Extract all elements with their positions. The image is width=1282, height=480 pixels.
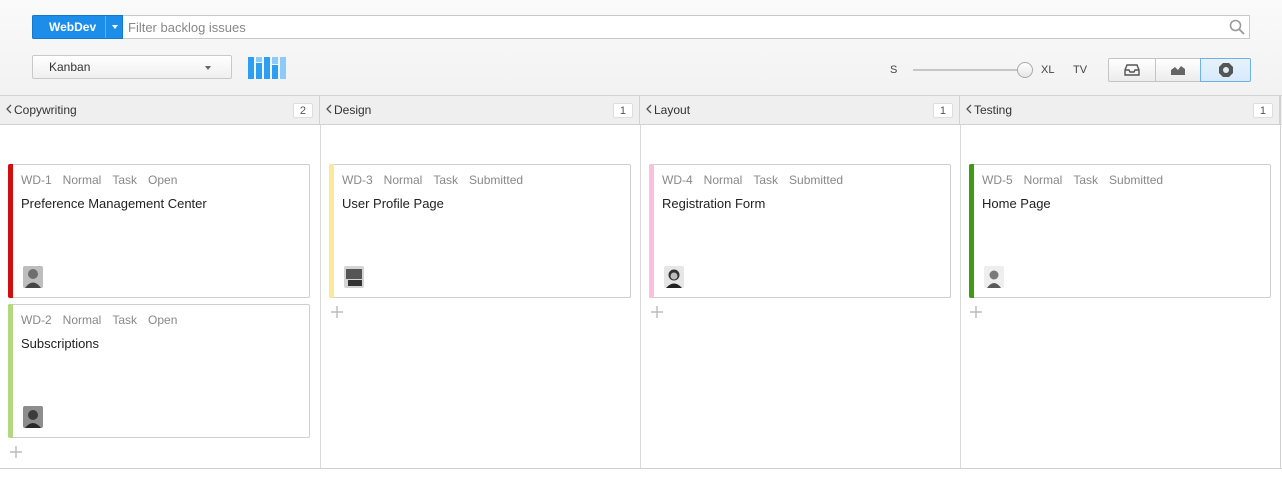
gear-icon: [1218, 63, 1233, 77]
type-field[interactable]: Task: [433, 173, 458, 187]
column-count-badge: 1: [932, 103, 953, 118]
priority-stripe: [649, 164, 654, 298]
column-title: Layout: [654, 103, 691, 117]
column-title: Testing: [974, 103, 1013, 117]
column-header-layout[interactable]: Layout 1: [640, 96, 960, 124]
column-headers: Copywriting 2 Design 1 Layout 1 Testing …: [0, 95, 1282, 125]
state-field[interactable]: Submitted: [469, 173, 523, 187]
add-card-icon[interactable]: [650, 305, 664, 319]
chevron-left-icon[interactable]: [6, 104, 12, 114]
column-divider: [640, 125, 641, 468]
search-bar: WebDev: [32, 15, 1250, 39]
size-small-label: S: [890, 64, 898, 76]
chevron-down-icon[interactable]: [105, 16, 123, 38]
priority-stripe: [8, 164, 13, 298]
priority-stripe: [8, 304, 13, 438]
card-meta: WD-4 Normal Task Submitted: [662, 173, 854, 187]
issue-id-link[interactable]: WD-1: [21, 173, 52, 187]
user-avatar-icon[interactable]: [344, 266, 364, 288]
search-icon[interactable]: [1229, 19, 1245, 35]
issue-card[interactable]: WD-3 Normal Task Submitted User Profile Pag…: [329, 164, 631, 298]
type-field[interactable]: Task: [1073, 173, 1098, 187]
inbox-icon: [1124, 64, 1140, 76]
chevron-left-icon[interactable]: [966, 104, 972, 114]
priority-field[interactable]: Normal: [384, 173, 423, 187]
add-card-icon[interactable]: [969, 305, 983, 319]
card-size-slider[interactable]: [913, 62, 1033, 78]
card-meta: WD-5 Normal Task Submitted: [982, 173, 1174, 187]
slider-handle[interactable]: [1017, 62, 1033, 78]
state-field[interactable]: Submitted: [789, 173, 843, 187]
add-card-icon[interactable]: [330, 305, 344, 319]
issue-title[interactable]: User Profile Page: [342, 196, 444, 211]
issue-card[interactable]: WD-5 Normal Task Submitted Home Page: [969, 164, 1271, 298]
column-header-testing[interactable]: Testing 1: [960, 96, 1280, 124]
priority-field[interactable]: Normal: [1024, 173, 1063, 187]
chevron-down-icon: [205, 66, 211, 70]
issue-title[interactable]: Registration Form: [662, 196, 765, 211]
column-count-badge: 1: [1252, 103, 1273, 118]
column-count-badge: 1: [612, 103, 633, 118]
settings-view-button[interactable]: [1200, 58, 1251, 82]
chevron-left-icon[interactable]: [646, 104, 652, 114]
user-avatar-icon[interactable]: [23, 266, 43, 288]
board-border: [0, 468, 1282, 469]
issue-title[interactable]: Subscriptions: [21, 336, 99, 351]
column-header-copywriting[interactable]: Copywriting 2: [0, 96, 320, 124]
priority-stripe: [329, 164, 334, 298]
type-field[interactable]: Task: [112, 313, 137, 327]
priority-field[interactable]: Normal: [704, 173, 743, 187]
search-input[interactable]: [128, 16, 1223, 38]
size-large-label: XL: [1041, 64, 1055, 76]
card-meta: WD-2 Normal Task Open: [21, 313, 188, 327]
issue-id-link[interactable]: WD-5: [982, 173, 1013, 187]
board-border: [1280, 95, 1281, 469]
user-avatar-icon[interactable]: [23, 406, 43, 428]
board-chart-icon[interactable]: [248, 55, 288, 79]
chart-view-button[interactable]: [1155, 58, 1201, 82]
type-field[interactable]: Task: [112, 173, 137, 187]
issue-card[interactable]: WD-1 Normal Task Open Preference Management…: [8, 164, 310, 298]
area-chart-icon: [1171, 66, 1185, 75]
column-divider: [960, 125, 961, 468]
priority-field[interactable]: Normal: [63, 313, 102, 327]
card-meta: WD-3 Normal Task Submitted: [342, 173, 534, 187]
issue-card[interactable]: WD-2 Normal Task Open Subscriptions: [8, 304, 310, 438]
size-tv-label[interactable]: TV: [1073, 64, 1087, 76]
state-field[interactable]: Open: [148, 173, 177, 187]
column-title: Design: [334, 103, 372, 117]
board-selector[interactable]: Kanban: [32, 55, 232, 79]
issue-id-link[interactable]: WD-3: [342, 173, 373, 187]
issue-title[interactable]: Home Page: [982, 196, 1051, 211]
type-field[interactable]: Task: [753, 173, 778, 187]
chevron-left-icon[interactable]: [326, 104, 332, 114]
view-toggle-group: [1108, 58, 1251, 82]
add-card-icon[interactable]: [9, 445, 23, 459]
user-avatar-icon[interactable]: [664, 266, 684, 288]
issue-id-link[interactable]: WD-2: [21, 313, 52, 327]
project-selector-button[interactable]: WebDev: [32, 15, 123, 39]
board-label: Kanban: [49, 60, 91, 74]
project-label: WebDev: [49, 20, 97, 34]
state-field[interactable]: Open: [148, 313, 177, 327]
top-toolbar: WebDev Kanban S XL TV: [0, 0, 1282, 95]
issue-card[interactable]: WD-4 Normal Task Submitted Registration For…: [649, 164, 951, 298]
issue-id-link[interactable]: WD-4: [662, 173, 693, 187]
inbox-view-button[interactable]: [1108, 58, 1156, 82]
column-header-design[interactable]: Design 1: [320, 96, 640, 124]
issue-title[interactable]: Preference Management Center: [21, 196, 207, 211]
user-avatar-icon[interactable]: [984, 266, 1004, 288]
column-title: Copywriting: [14, 103, 77, 117]
priority-field[interactable]: Normal: [63, 173, 102, 187]
card-meta: WD-1 Normal Task Open: [21, 173, 188, 187]
column-count-badge: 2: [292, 103, 313, 118]
column-divider: [320, 125, 321, 468]
state-field[interactable]: Submitted: [1109, 173, 1163, 187]
priority-stripe: [969, 164, 974, 298]
slider-track[interactable]: [913, 69, 1025, 71]
